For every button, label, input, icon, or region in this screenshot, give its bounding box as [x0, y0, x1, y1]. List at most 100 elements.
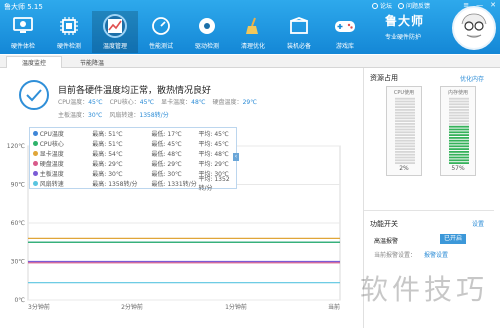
usage-bar-segment [449, 131, 469, 134]
nav-item-games[interactable]: 游戏库 [322, 11, 368, 53]
panel-divider [364, 210, 494, 211]
usage-bar-segment [395, 103, 415, 106]
nav-label: 硬件体检 [10, 43, 35, 50]
legend-row: 风扇转速 最高: 1358转/分 最低: 1331转/分 平均: 1352转/分 [30, 176, 236, 192]
y-tick-label: 90℃ [11, 182, 26, 189]
nav-item-cleanup[interactable]: 清理优化 [230, 11, 276, 53]
usage-bar-segment [449, 151, 469, 153]
features-title: 功能开关 [370, 220, 398, 228]
brand-name: 鲁大师 [385, 14, 425, 28]
usage-bar-segment [395, 111, 415, 114]
nav-item-temperature[interactable]: 温度管理 [92, 11, 138, 53]
temp-item: 主板温度：30℃ [58, 112, 103, 119]
forum-icon [372, 3, 378, 9]
chip-icon [57, 14, 81, 38]
nav-item-performance[interactable]: 性能测试 [138, 11, 184, 53]
usage-bar-segment [449, 123, 469, 125]
legend-row: 硬盘温度 最高: 29℃ 最低: 29℃ 平均: 29℃ [30, 158, 236, 168]
usage-bar-segment [449, 159, 469, 162]
memory-usage-bars [449, 97, 469, 164]
brand: 鲁大师 专业硬件防护 [385, 12, 424, 41]
cpu-usage-bars [395, 97, 415, 164]
usage-bar-segment [449, 128, 469, 131]
status-headline: 目前各硬件温度均正常，散热情况良好 [58, 86, 212, 96]
usage-bar-segment [395, 142, 415, 145]
usage-bar-segment [449, 114, 469, 117]
y-tick-label: 60℃ [11, 220, 26, 227]
thermometer-chart-icon [103, 14, 127, 38]
usage-bar-segment [395, 153, 415, 156]
feedback-link[interactable]: 问题反馈 [398, 1, 430, 10]
x-tick-label: 当前 [328, 303, 340, 311]
resources-title: 资源占用 [370, 74, 398, 82]
legend-swatch [33, 150, 38, 156]
usage-bar-segment [395, 106, 415, 108]
x-tick-label: 3分钟前 [28, 303, 50, 311]
usage-bar-segment [449, 145, 469, 148]
memory-usage-value: 57% [451, 165, 465, 172]
features-settings-link[interactable]: 设置 [472, 219, 484, 228]
usage-bar-segment [395, 137, 415, 139]
temp-item: CPU核心：45℃ [109, 99, 155, 106]
y-tick-label: 120℃ [7, 143, 25, 150]
usage-bar-segment [449, 100, 469, 103]
cpu-usage-label: CPU使用 [393, 90, 415, 96]
usage-bar-segment [449, 139, 469, 142]
cpu-usage-gauge: CPU使用 2% [386, 86, 422, 176]
usage-bar-segment [395, 148, 415, 150]
temp-item: CPU温度：45℃ [58, 99, 103, 106]
box-icon [287, 14, 311, 38]
legend-row: 显卡温度 最高: 54℃ 最低: 48℃ 平均: 48℃ [30, 148, 236, 158]
usage-bar-segment [395, 139, 415, 142]
nav-item-hardware-checkup[interactable]: 硬件体检 [0, 11, 46, 53]
nav-item-install[interactable]: 装机必备 [276, 11, 322, 53]
alarm-settings-text: 当前报警设置： [374, 252, 417, 259]
top-bar: 鲁大师 5.15 论坛 问题反馈 ≡ — ✕ 硬件体检 硬件检测 温度管理 性能… [0, 0, 500, 54]
speedometer-icon [149, 14, 173, 38]
legend-swatch [33, 170, 38, 176]
usage-bar-segment [395, 120, 415, 122]
usage-bar-segment [449, 111, 469, 114]
y-tick-label: 30℃ [11, 259, 26, 266]
usage-bar-segment [449, 142, 469, 145]
legend-swatch [33, 160, 38, 166]
optimize-memory-link[interactable]: 优化内存 [460, 74, 484, 83]
usage-bar-segment [395, 159, 415, 162]
nav-label: 性能测试 [148, 43, 173, 50]
tab-energy-saving[interactable]: 节能降温 [64, 56, 120, 68]
usage-bar-segment [395, 97, 415, 100]
status-ok-icon [19, 80, 49, 110]
usage-bar-segment [449, 106, 469, 108]
mascot-avatar[interactable] [452, 6, 496, 50]
usage-bar-segment [395, 134, 415, 136]
legend-row: CPU核心 最高: 51℃ 最低: 45℃ 平均: 45℃ [30, 138, 236, 148]
alarm-settings-link[interactable]: 报警设置 [424, 250, 448, 259]
usage-bar-segment [395, 109, 415, 111]
usage-bar-segment [449, 117, 469, 120]
temp-item: 硬盘温度：29℃ [212, 99, 257, 106]
feedback-icon [398, 3, 405, 9]
gamepad-icon [333, 14, 357, 38]
forum-link[interactable]: 论坛 [372, 1, 392, 10]
nav-item-hardware-detect[interactable]: 硬件检测 [46, 11, 92, 53]
nav-label: 游戏库 [335, 43, 354, 50]
titlebar-links: 论坛 问题反馈 [372, 1, 430, 10]
high-temp-alarm-toggle[interactable]: 已开启 [440, 234, 466, 244]
usage-bar-segment [395, 114, 415, 117]
driver-icon [195, 14, 219, 38]
nav-label: 驱动检测 [194, 43, 219, 50]
usage-bar-segment [395, 162, 415, 164]
usage-bar-segment [395, 151, 415, 153]
usage-bar-segment [449, 137, 469, 139]
tab-bar: 温度监控 节能降温 [0, 55, 500, 68]
tab-temperature-monitor[interactable]: 温度监控 [6, 56, 62, 68]
usage-bar-segment [395, 125, 415, 128]
nav-label: 温度管理 [102, 43, 127, 50]
nav-item-driver[interactable]: 驱动检测 [184, 11, 230, 53]
usage-bar-segment [449, 125, 469, 128]
legend-swatch [33, 140, 38, 146]
chart-legend: CPU温度 最高: 51℃ 最低: 17℃ 平均: 45℃ CPU核心 最高: … [29, 127, 237, 192]
nav-label: 清理优化 [240, 43, 265, 50]
legend-collapse-button[interactable]: ‹ [233, 153, 239, 161]
legend-row: CPU温度 最高: 51℃ 最低: 17℃ 平均: 45℃ [30, 128, 236, 138]
